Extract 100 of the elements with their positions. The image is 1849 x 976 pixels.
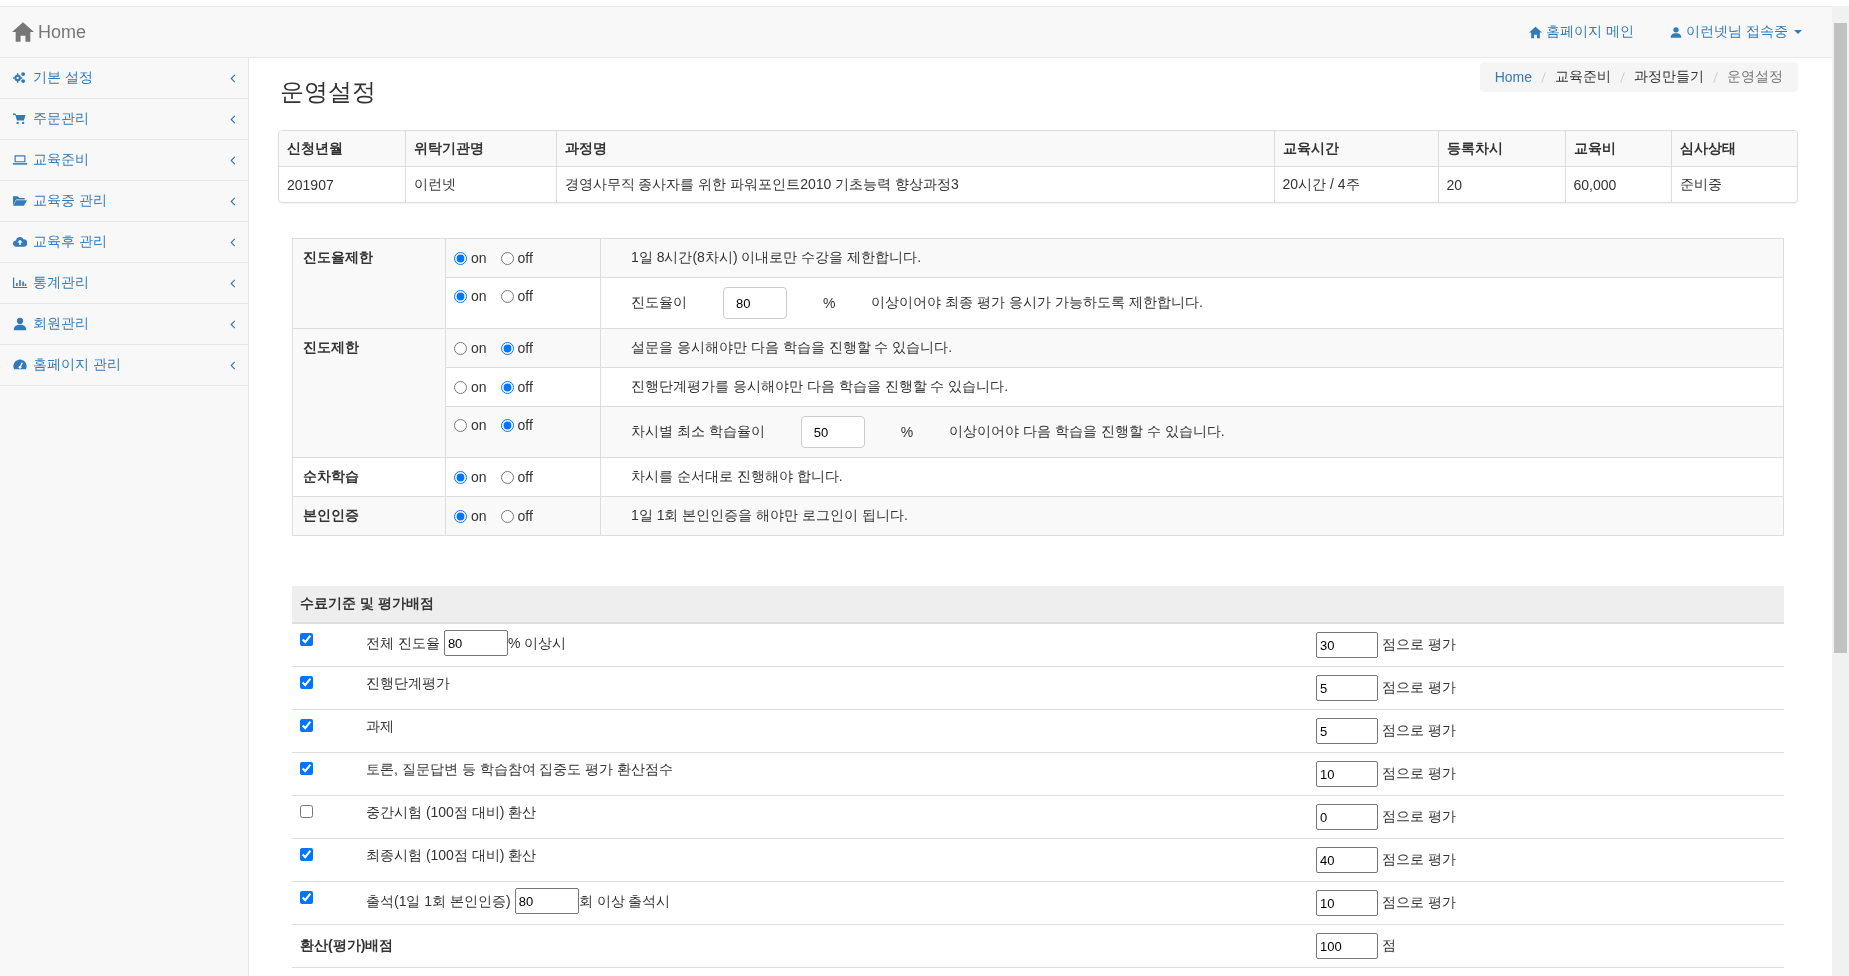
radio-button[interactable] [500, 380, 514, 394]
score-input[interactable]: 30 [1316, 632, 1378, 658]
home-icon [1529, 25, 1543, 39]
radio-label: on [471, 469, 487, 485]
checkbox[interactable] [300, 891, 313, 904]
radio-button[interactable] [500, 509, 514, 523]
gears-icon [13, 71, 27, 85]
table-cell: 60,000 [1565, 166, 1671, 202]
checkbox[interactable] [300, 848, 313, 861]
input-field[interactable]: 80 [443, 630, 508, 656]
score-input[interactable]: 100 [1316, 933, 1378, 959]
radio-button[interactable] [454, 251, 467, 265]
score-suffix: 점으로 평가 [1382, 851, 1456, 869]
percent-input[interactable]: 80 [723, 287, 787, 319]
sidebar-item[interactable]: 회원관리 [0, 304, 248, 345]
home-link[interactable]: Home [12, 21, 86, 43]
user-menu[interactable]: 이런넷님 접속중 [1670, 23, 1802, 41]
score-suffix: 점으로 평가 [1382, 765, 1456, 783]
score-input[interactable]: 10 [1316, 761, 1378, 787]
checkbox[interactable] [300, 805, 313, 818]
score-input[interactable]: 5 [1316, 718, 1378, 744]
score-input[interactable]: 0 [1316, 804, 1378, 830]
chevron-left-icon [230, 155, 236, 165]
sidebar-item[interactable]: 기본 설정 [0, 58, 248, 99]
criterion-label: 과제 [366, 717, 394, 736]
setting-description: 1일 1회 본인인증을 해야만 로그인이 됩니다. [631, 507, 908, 525]
radio-button[interactable] [500, 341, 514, 355]
chevron-left-icon [230, 114, 236, 124]
score-suffix: 점으로 평가 [1382, 722, 1456, 740]
column-header: 과정명 [556, 131, 1274, 167]
criterion-label: 전체 진도율 [366, 634, 440, 653]
setting-label: 순차학습 [292, 457, 446, 497]
sidebar-item[interactable]: 통계관리 [0, 263, 248, 304]
radio-button[interactable] [454, 509, 467, 523]
cart-icon [13, 112, 27, 126]
column-header: 등록차시 [1438, 131, 1565, 167]
breadcrumb-item: 교육준비 [1555, 68, 1611, 86]
radio-label: on [471, 417, 487, 433]
total-label: 환산(평가)배점 [300, 937, 395, 955]
table-cell: 20시간 / 4주 [1274, 166, 1438, 202]
caret-icon [1794, 30, 1802, 34]
setting-label: 진도제한 [292, 328, 446, 458]
criterion-label: 토론, 질문답변 등 학습참여 집중도 평가 환산점수 [366, 760, 674, 779]
table-cell: 경영사무직 종사자를 위한 파워포인트2010 기초능력 향상과정3 [556, 166, 1274, 202]
table-cell: 201907 [279, 166, 405, 202]
column-header: 교육비 [1565, 131, 1671, 167]
score-suffix: 점으로 평가 [1382, 894, 1456, 912]
cloud-icon [13, 235, 27, 249]
column-header: 심사상태 [1671, 131, 1797, 167]
radio-button[interactable] [500, 470, 514, 484]
setting-description: 설문을 응시해야만 다음 학습을 진행할 수 있습니다. [631, 339, 953, 357]
criterion-label: 출석(1일 1회 본인인증) [366, 892, 511, 911]
criterion-label: 최종시험 (100점 대비) 환산 [366, 846, 537, 865]
user-icon [1670, 25, 1683, 39]
scrollbar-thumb[interactable] [1834, 23, 1847, 653]
sidebar-item[interactable]: 교육중 관리 [0, 181, 248, 222]
radio-button[interactable] [500, 418, 514, 432]
homepage-link[interactable]: 홈페이지 메인 [1529, 23, 1635, 41]
radio-button[interactable] [500, 251, 514, 265]
input-label: 진도율이 [631, 294, 687, 312]
sidebar-item[interactable]: 주문관리 [0, 99, 248, 140]
percent-input[interactable]: 50 [800, 416, 865, 448]
radio-button[interactable] [454, 470, 467, 484]
checkbox[interactable] [300, 719, 313, 732]
input-label: 차시별 최소 학습율이 [631, 423, 765, 441]
score-input[interactable]: 40 [1316, 847, 1378, 873]
table-cell: 준비중 [1671, 166, 1797, 202]
dashboard-icon [13, 358, 27, 372]
chevron-left-icon [230, 319, 236, 329]
column-header: 교육시간 [1274, 131, 1438, 167]
column-header: 위탁기관명 [405, 131, 556, 167]
chevron-left-icon [230, 278, 236, 288]
score-suffix: 점으로 평가 [1382, 808, 1456, 826]
page-title: 운영설정 [280, 77, 376, 107]
radio-label: off [517, 469, 533, 485]
sidebar-item[interactable]: 교육후 관리 [0, 222, 248, 263]
score-input[interactable]: 10 [1316, 890, 1378, 916]
radio-button[interactable] [454, 380, 467, 394]
folder-icon [13, 194, 27, 208]
radio-label: on [471, 508, 487, 524]
breadcrumb-link[interactable]: Home [1494, 69, 1532, 85]
radio-button[interactable] [454, 341, 467, 355]
checkbox[interactable] [300, 762, 313, 775]
sidebar-item[interactable]: 교육준비 [0, 140, 248, 181]
score-input[interactable]: 5 [1316, 675, 1378, 701]
setting-description: 1일 8시간(8차시) 이내로만 수강을 제한합니다. [631, 249, 922, 267]
radio-label: on [471, 250, 487, 266]
chevron-left-icon [230, 237, 236, 247]
score-suffix: 점으로 평가 [1382, 679, 1456, 697]
laptop-icon [13, 153, 27, 167]
radio-button[interactable] [454, 418, 467, 432]
checkbox[interactable] [300, 633, 313, 646]
checkbox[interactable] [300, 676, 313, 689]
radio-label: off [517, 379, 533, 395]
setting-description: 이상이어야 다음 학습을 진행할 수 있습니다. [949, 423, 1225, 441]
radio-button[interactable] [454, 289, 467, 303]
sidebar-item[interactable]: 홈페이지 관리 [0, 345, 248, 386]
radio-button[interactable] [500, 289, 514, 303]
input-field[interactable]: 80 [514, 888, 579, 914]
chevron-left-icon [230, 196, 236, 206]
